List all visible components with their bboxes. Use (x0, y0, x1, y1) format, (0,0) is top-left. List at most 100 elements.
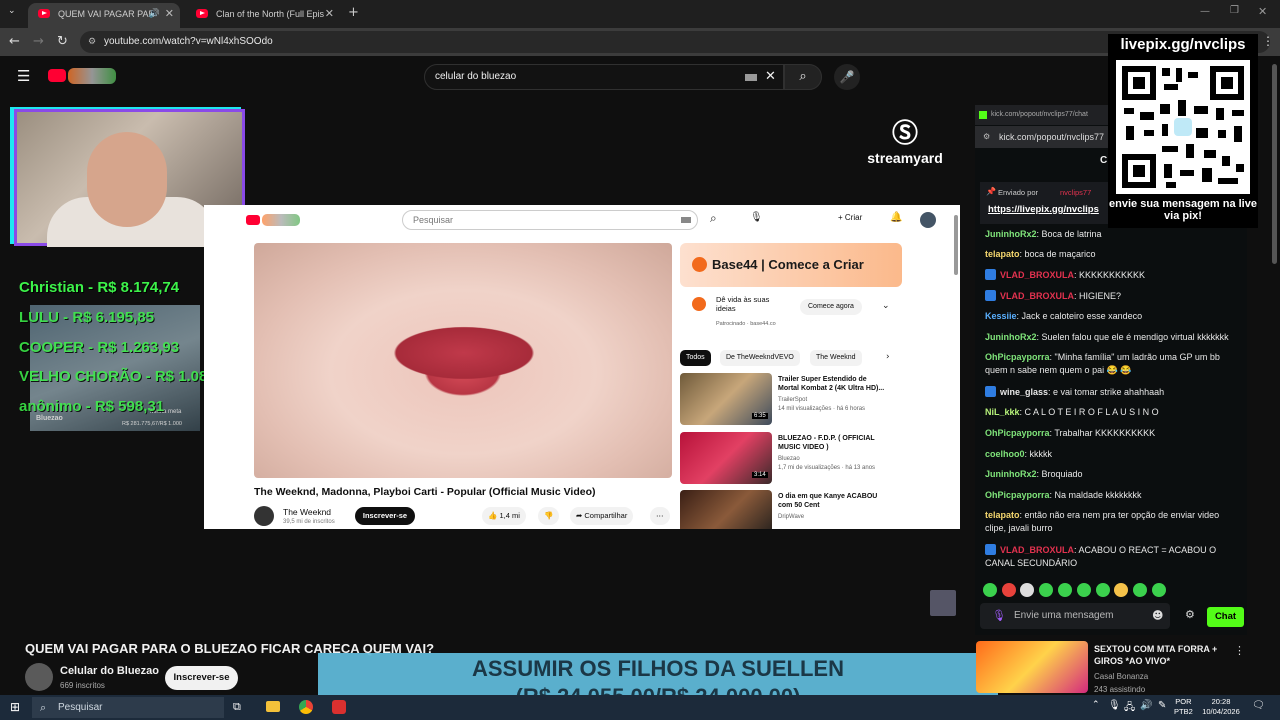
emote-icon[interactable] (1133, 583, 1147, 597)
chat-message: telapato: então não era nem pra ter opçã… (985, 509, 1240, 535)
chat-message: OhPicpayporra: Na maldade kkkkkkkk (985, 489, 1240, 502)
language-indicator[interactable]: POR PTB2 (1174, 697, 1193, 717)
tab-active[interactable]: QUEM VAI PAGAR PARA O BLUEZAO FICAR CARE… (28, 3, 180, 28)
small-video-label: Bluezao (36, 415, 63, 422)
chat-username[interactable]: VLAD_BROXULA (1000, 270, 1074, 280)
emote-icon[interactable] (1039, 583, 1053, 597)
ad-title: Base44 | Comece a Criar (712, 257, 864, 272)
goal-title: ASSUMIR OS FILHOS DA SUELLEN (472, 656, 844, 681)
url-field[interactable]: ⚙ youtube.com/watch?v=wNl4xhSOOdo (80, 31, 1270, 53)
chat-username[interactable]: JuninhoRx2 (985, 332, 1037, 342)
youtube-logo[interactable] (48, 69, 66, 82)
emote-icon[interactable] (1152, 583, 1166, 597)
menu-icon[interactable]: ☰ (17, 67, 30, 85)
minimize-icon[interactable]: — (1200, 6, 1210, 17)
emote-icon[interactable] (1058, 583, 1072, 597)
search-input[interactable]: celular do bluezao ✕ (424, 64, 784, 90)
search-button[interactable]: ⌕ (784, 64, 822, 90)
file-explorer-icon[interactable] (266, 701, 280, 712)
doodle-logo[interactable] (68, 68, 116, 84)
clock-date: 10/04/2026 (1202, 707, 1240, 716)
chat-message: OhPicpayporra: "Minha família" um ladrão… (985, 351, 1240, 377)
tray-chevron-icon[interactable]: ⌃ (1092, 700, 1100, 710)
close-window-icon[interactable]: ✕ (1258, 5, 1267, 18)
chat-username[interactable]: NiL_kkk (985, 407, 1020, 417)
forward-icon[interactable]: → (33, 34, 44, 49)
chat-username[interactable]: Kessiie (985, 311, 1017, 321)
page-scrollbar[interactable] (1272, 64, 1277, 264)
maximize-icon[interactable]: ❐ (1230, 5, 1239, 16)
emote-icon[interactable] (983, 583, 997, 597)
browser-menu-icon[interactable]: ⋮ (1262, 34, 1274, 48)
chat-username[interactable]: telapato (985, 510, 1020, 520)
inner-scrollbar (954, 215, 958, 275)
emote-icon[interactable] (1020, 583, 1034, 597)
inner-youtube-logo (246, 215, 260, 225)
chat-username[interactable]: OhPicpayporra (985, 490, 1050, 500)
taskbar-search[interactable]: ⌕ Pesquisar (32, 697, 224, 718)
chat-username[interactable]: OhPicpayporra (985, 428, 1050, 438)
chat-username[interactable]: JuninhoRx2 (985, 229, 1037, 239)
rec-title: O dia em que Kanye ACABOU com 50 Cent (778, 493, 878, 509)
close-tab-icon[interactable]: ✕ (325, 3, 334, 25)
new-tab-icon[interactable]: + (348, 5, 359, 20)
chat-username[interactable]: VLAD_BROXULA (1000, 545, 1074, 555)
back-icon[interactable]: ← (9, 34, 20, 49)
chat-message: Kessiie: Jack e caloteiro esse xandeco (985, 310, 1240, 323)
chat-username[interactable]: VLAD_BROXULA (1000, 291, 1074, 301)
speaker-icon[interactable]: 🔊 (149, 3, 160, 25)
chat-send-button[interactable]: Chat (1207, 607, 1244, 627)
channel-name[interactable]: Celular do Bluezao (60, 665, 159, 677)
windows-start-icon[interactable]: ⊞ (10, 700, 20, 714)
tray-pen-icon[interactable]: ✎ (1158, 700, 1166, 711)
chat-username[interactable]: coelhoo0 (985, 449, 1025, 459)
chat-username[interactable]: JuninhoRx2 (985, 469, 1037, 479)
task-view-icon[interactable]: ⧉ (233, 700, 241, 714)
chrome-icon[interactable] (299, 700, 313, 714)
chat-mic-icon[interactable]: 🎙 (992, 603, 1006, 629)
next-video-menu-icon[interactable]: ⋮ (1234, 644, 1245, 657)
chat-username[interactable]: OhPicpayporra (985, 352, 1050, 362)
chat-username[interactable]: wine_glass (1000, 387, 1048, 397)
clock[interactable]: 20:28 10/04/2026 (1198, 697, 1244, 717)
site-info-icon[interactable]: ⚙ (88, 31, 96, 53)
tab-inactive[interactable]: Clan of the North (Full Episode) ✕ (186, 3, 340, 28)
close-tab-icon[interactable]: ✕ (165, 3, 174, 25)
pinned-link[interactable]: https://livepix.gg/nvclips (988, 204, 1099, 215)
chip-next-icon: › (886, 352, 890, 362)
emote-icon[interactable] (1096, 583, 1110, 597)
clear-search-icon[interactable]: ✕ (765, 65, 776, 89)
voice-search-button[interactable]: 🎤 (834, 64, 860, 90)
keyboard-icon[interactable] (745, 74, 757, 81)
chat-message: VLAD_BROXULA: ACABOU O REACT = ACABOU O … (985, 544, 1240, 570)
channel-avatar[interactable] (25, 663, 53, 691)
tray-volume-icon[interactable]: 🔊 (1140, 700, 1152, 711)
next-video-thumbnail[interactable] (976, 641, 1088, 693)
next-video-title[interactable]: SEXTOU COM MTA FORRA + GIROS *AO VIVO* (1094, 643, 1234, 667)
donation-line: LULU - R$ 6.195,85 (19, 309, 155, 326)
emote-icon[interactable] (1114, 583, 1128, 597)
qr-code-image (1116, 60, 1250, 194)
chat-username[interactable]: telapato (985, 249, 1020, 259)
share-icon: ➦ (576, 511, 583, 520)
emote-icon[interactable] (1002, 583, 1016, 597)
donation-line: COOPER - R$ 1.263,93 (19, 339, 180, 356)
search-icon: ⌕ (799, 69, 807, 84)
subscribe-button[interactable]: Inscrever-se (165, 666, 238, 690)
chat-settings-icon[interactable]: ⚙ (1185, 608, 1195, 621)
video-frame-lips (384, 323, 544, 383)
app-icon[interactable] (332, 700, 346, 714)
emote-icon[interactable] (1077, 583, 1091, 597)
chat-message-input[interactable]: 🎙 Envie uma mensagem ☻ (980, 603, 1170, 629)
emoji-icon[interactable]: ☻ (1152, 603, 1163, 629)
tray-network-icon[interactable]: 🖧 (1124, 700, 1135, 717)
inner-dislike-button: 👎 (538, 507, 560, 525)
chat-input-placeholder: Envie uma mensagem (1014, 610, 1114, 621)
tray-mic-icon[interactable]: 🎙 (1108, 700, 1121, 711)
chat-text: : KKKKKKKKKKK (1074, 270, 1146, 280)
notifications-icon[interactable]: 🗨 (1252, 700, 1265, 711)
tab-list-icon[interactable]: ⌄ (8, 6, 16, 16)
reload-icon[interactable]: ↻ (57, 34, 68, 49)
chat-message: JuninhoRx2: Boca de latrina (985, 228, 1240, 241)
chat-message: VLAD_BROXULA: HIGIENE? (985, 290, 1240, 303)
